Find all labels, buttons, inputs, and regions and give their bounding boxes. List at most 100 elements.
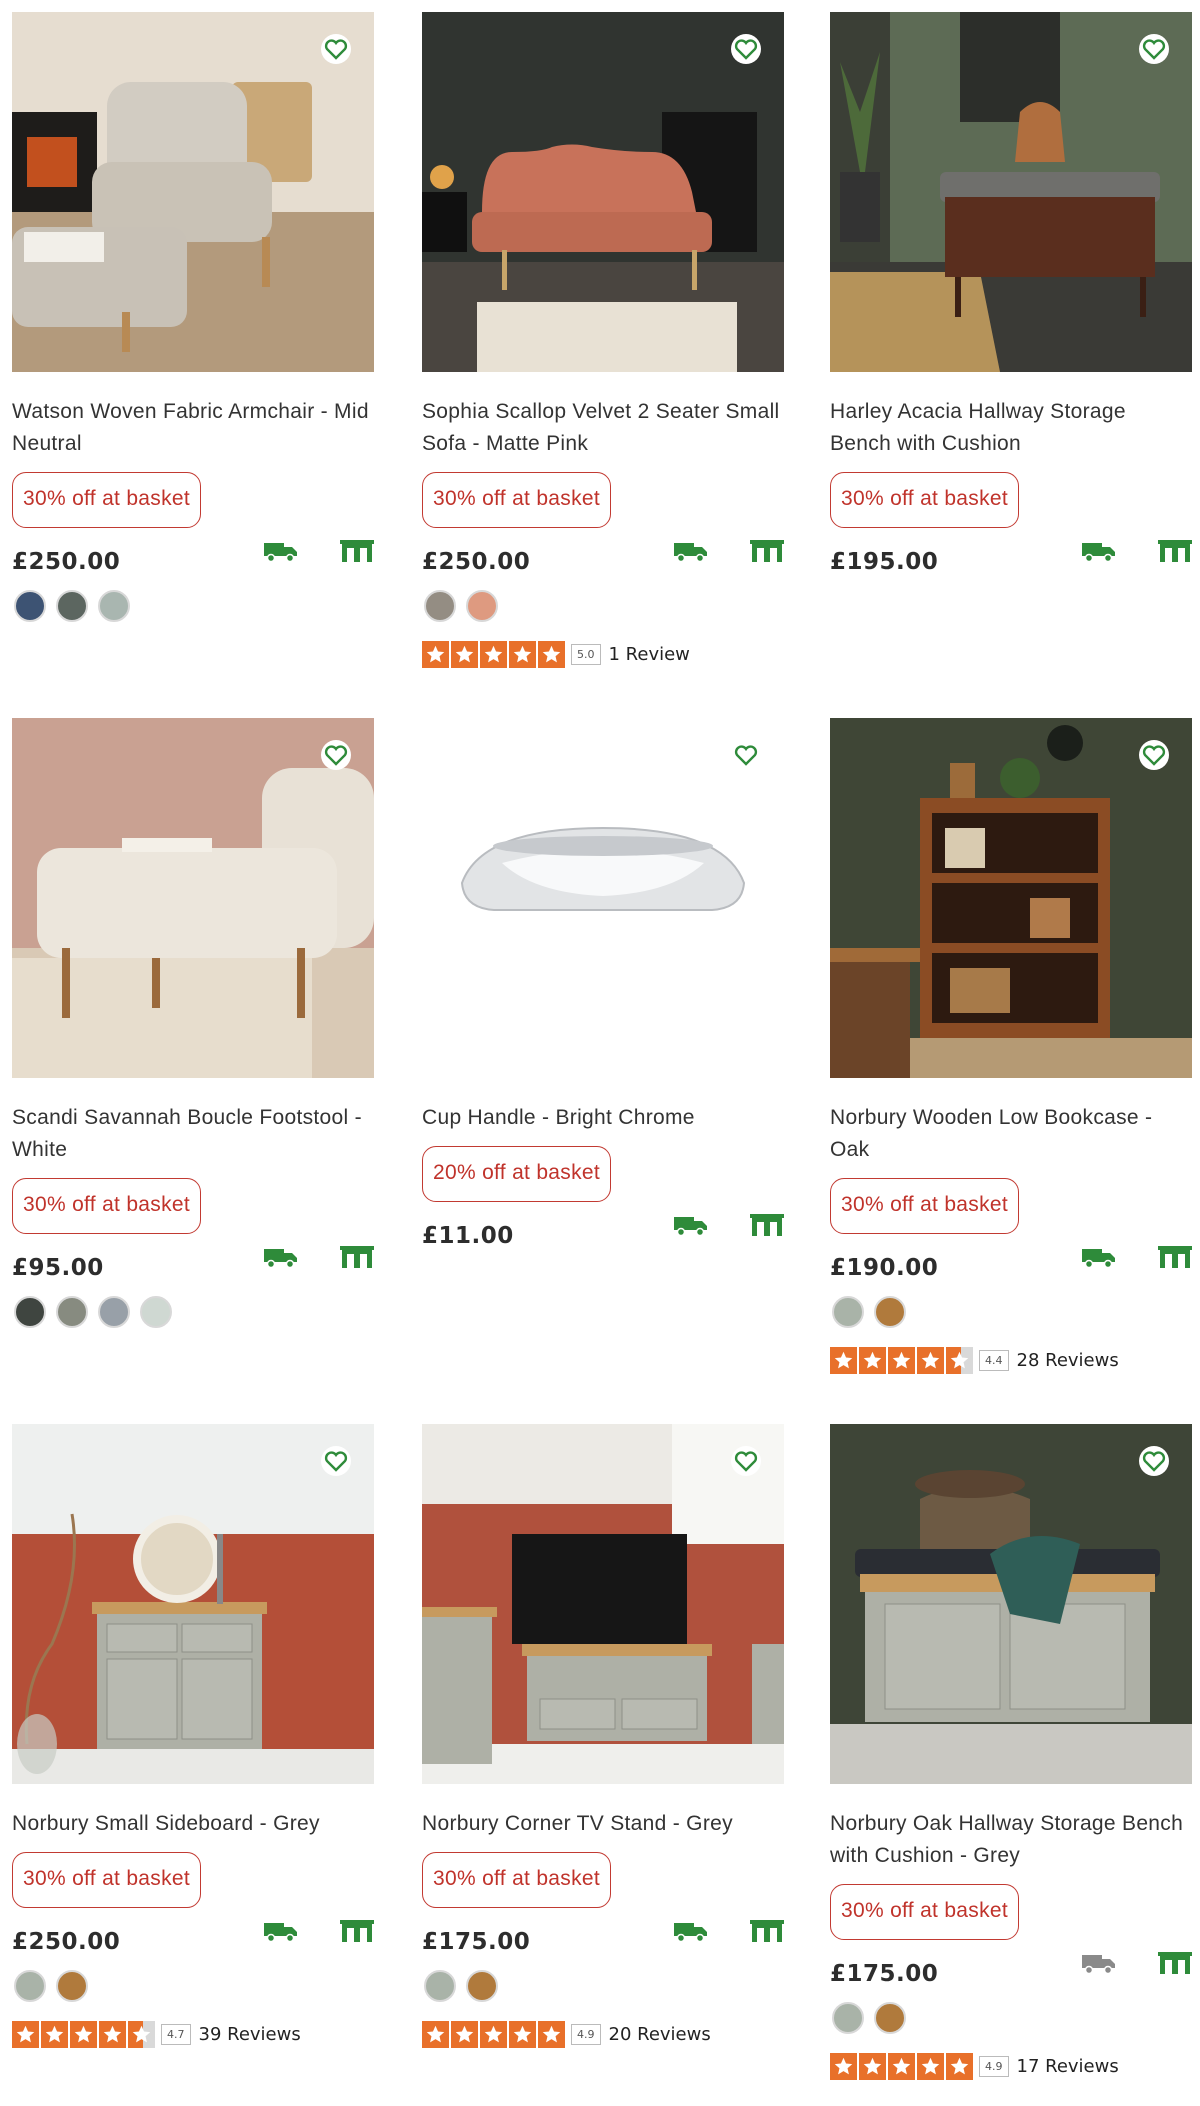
star-icon [99,2020,126,2048]
review-count-link[interactable]: 1 Review [609,644,690,665]
colour-swatch[interactable] [14,1970,46,2002]
colour-swatches [422,1970,784,2008]
wishlist-heart-icon[interactable] [320,34,352,64]
product-card[interactable]: Scandi Savannah Boucle Footstool - White… [12,718,374,1334]
colour-swatch[interactable] [466,590,498,622]
product-title[interactable]: Norbury Corner TV Stand - Grey [422,1808,784,1840]
promo-badge[interactable]: 30% off at basket [12,472,201,528]
product-price: £175.00 [422,1929,531,1955]
colour-swatch[interactable] [98,1296,130,1328]
product-title[interactable]: Harley Acacia Hallway Storage Bench with… [830,396,1192,460]
review-count-link[interactable]: 28 Reviews [1017,1350,1119,1371]
promo-badge[interactable]: 30% off at basket [830,472,1019,528]
colour-swatch[interactable] [424,590,456,622]
product-card[interactable]: Cup Handle - Bright Chrome 20% off at ba… [422,718,784,1254]
star-icon [422,2020,449,2048]
colour-swatch[interactable] [98,590,130,622]
colour-swatch[interactable] [56,1296,88,1328]
product-price: £95.00 [12,1255,104,1281]
rating-score: 5.0 [571,643,601,665]
star-icon [946,1346,973,1374]
product-card[interactable]: Harley Acacia Hallway Storage Bench with… [830,12,1192,580]
click-collect-store-icon [1158,540,1192,562]
product-image[interactable] [422,1424,784,1784]
product-card[interactable]: Norbury Small Sideboard - Grey 30% off a… [12,1424,374,2050]
promo-badge[interactable]: 20% off at basket [422,1146,611,1202]
wishlist-heart-icon[interactable] [1138,34,1170,64]
delivery-truck-icon [674,1923,707,1942]
colour-swatch[interactable] [832,1296,864,1328]
promo-badge[interactable]: 30% off at basket [830,1178,1019,1234]
colour-swatch[interactable] [874,2002,906,2034]
wishlist-heart-icon[interactable] [1138,740,1170,770]
product-price: £250.00 [12,549,121,575]
star-icon [451,640,478,668]
wishlist-heart-icon[interactable] [320,1446,352,1476]
promo-badge[interactable]: 30% off at basket [12,1178,201,1234]
product-title[interactable]: Scandi Savannah Boucle Footstool - White [12,1102,374,1166]
colour-swatch[interactable] [14,590,46,622]
promo-badge[interactable]: 30% off at basket [422,472,611,528]
delivery-truck-icon [1082,1249,1115,1268]
product-card[interactable]: Norbury Corner TV Stand - Grey 30% off a… [422,1424,784,2050]
wishlist-heart-icon[interactable] [730,740,762,770]
product-image[interactable] [422,718,784,1078]
wishlist-heart-icon[interactable] [320,740,352,770]
star-icon [917,1346,944,1374]
wishlist-heart-icon[interactable] [730,34,762,64]
promo-badge[interactable]: 30% off at basket [422,1852,611,1908]
product-title[interactable]: Norbury Small Sideboard - Grey [12,1808,374,1840]
product-image[interactable] [830,1424,1192,1784]
colour-swatch[interactable] [874,1296,906,1328]
click-collect-store-icon [750,1920,784,1942]
product-card[interactable]: Sophia Scallop Velvet 2 Seater Small Sof… [422,12,784,670]
product-price: £195.00 [830,549,939,575]
rating-score: 4.4 [979,1349,1009,1371]
star-rating [422,640,565,668]
promo-badge[interactable]: 30% off at basket [830,1884,1019,1940]
star-icon [830,1346,857,1374]
rating-row[interactable]: 5.0 1 Review [422,638,784,670]
rating-row[interactable]: 4.9 20 Reviews [422,2018,784,2050]
star-icon [946,2052,973,2080]
product-card[interactable]: Norbury Oak Hallway Storage Bench with C… [830,1424,1192,2082]
wishlist-heart-icon[interactable] [730,1446,762,1476]
promo-badge[interactable]: 30% off at basket [12,1852,201,1908]
rating-row[interactable]: 4.9 17 Reviews [830,2050,1192,2082]
product-title[interactable]: Cup Handle - Bright Chrome [422,1102,784,1134]
product-image[interactable] [12,718,374,1078]
product-image[interactable] [12,1424,374,1784]
wishlist-heart-icon[interactable] [1138,1446,1170,1476]
colour-swatches [12,1296,374,1334]
product-title[interactable]: Norbury Oak Hallway Storage Bench with C… [830,1808,1192,1872]
colour-swatch[interactable] [466,1970,498,2002]
product-photo-tv-stand [422,1424,784,1784]
product-photo-hallway-bench [830,12,1192,372]
review-count-link[interactable]: 17 Reviews [1017,2056,1119,2077]
product-image[interactable] [12,12,374,372]
product-title[interactable]: Sophia Scallop Velvet 2 Seater Small Sof… [422,396,784,460]
colour-swatch[interactable] [140,1296,172,1328]
product-card[interactable]: Norbury Wooden Low Bookcase - Oak 30% of… [830,718,1192,1376]
rating-row[interactable]: 4.7 39 Reviews [12,2018,374,2050]
click-collect-store-icon [340,540,374,562]
click-collect-store-icon [750,540,784,562]
colour-swatch[interactable] [56,1970,88,2002]
star-icon [128,2020,155,2048]
product-title[interactable]: Norbury Wooden Low Bookcase - Oak [830,1102,1192,1166]
click-collect-store-icon [1158,1952,1192,1974]
colour-swatch[interactable] [14,1296,46,1328]
product-card[interactable]: Watson Woven Fabric Armchair - Mid Neutr… [12,12,374,628]
colour-swatch[interactable] [832,2002,864,2034]
review-count-link[interactable]: 39 Reviews [199,2024,301,2045]
product-title[interactable]: Watson Woven Fabric Armchair - Mid Neutr… [12,396,374,460]
review-count-link[interactable]: 20 Reviews [609,2024,711,2045]
star-icon [859,2052,886,2080]
colour-swatch[interactable] [424,1970,456,2002]
colour-swatch[interactable] [56,590,88,622]
product-image[interactable] [830,12,1192,372]
product-photo-cup-handle [422,718,784,1078]
rating-row[interactable]: 4.4 28 Reviews [830,1344,1192,1376]
product-image[interactable] [830,718,1192,1078]
product-image[interactable] [422,12,784,372]
